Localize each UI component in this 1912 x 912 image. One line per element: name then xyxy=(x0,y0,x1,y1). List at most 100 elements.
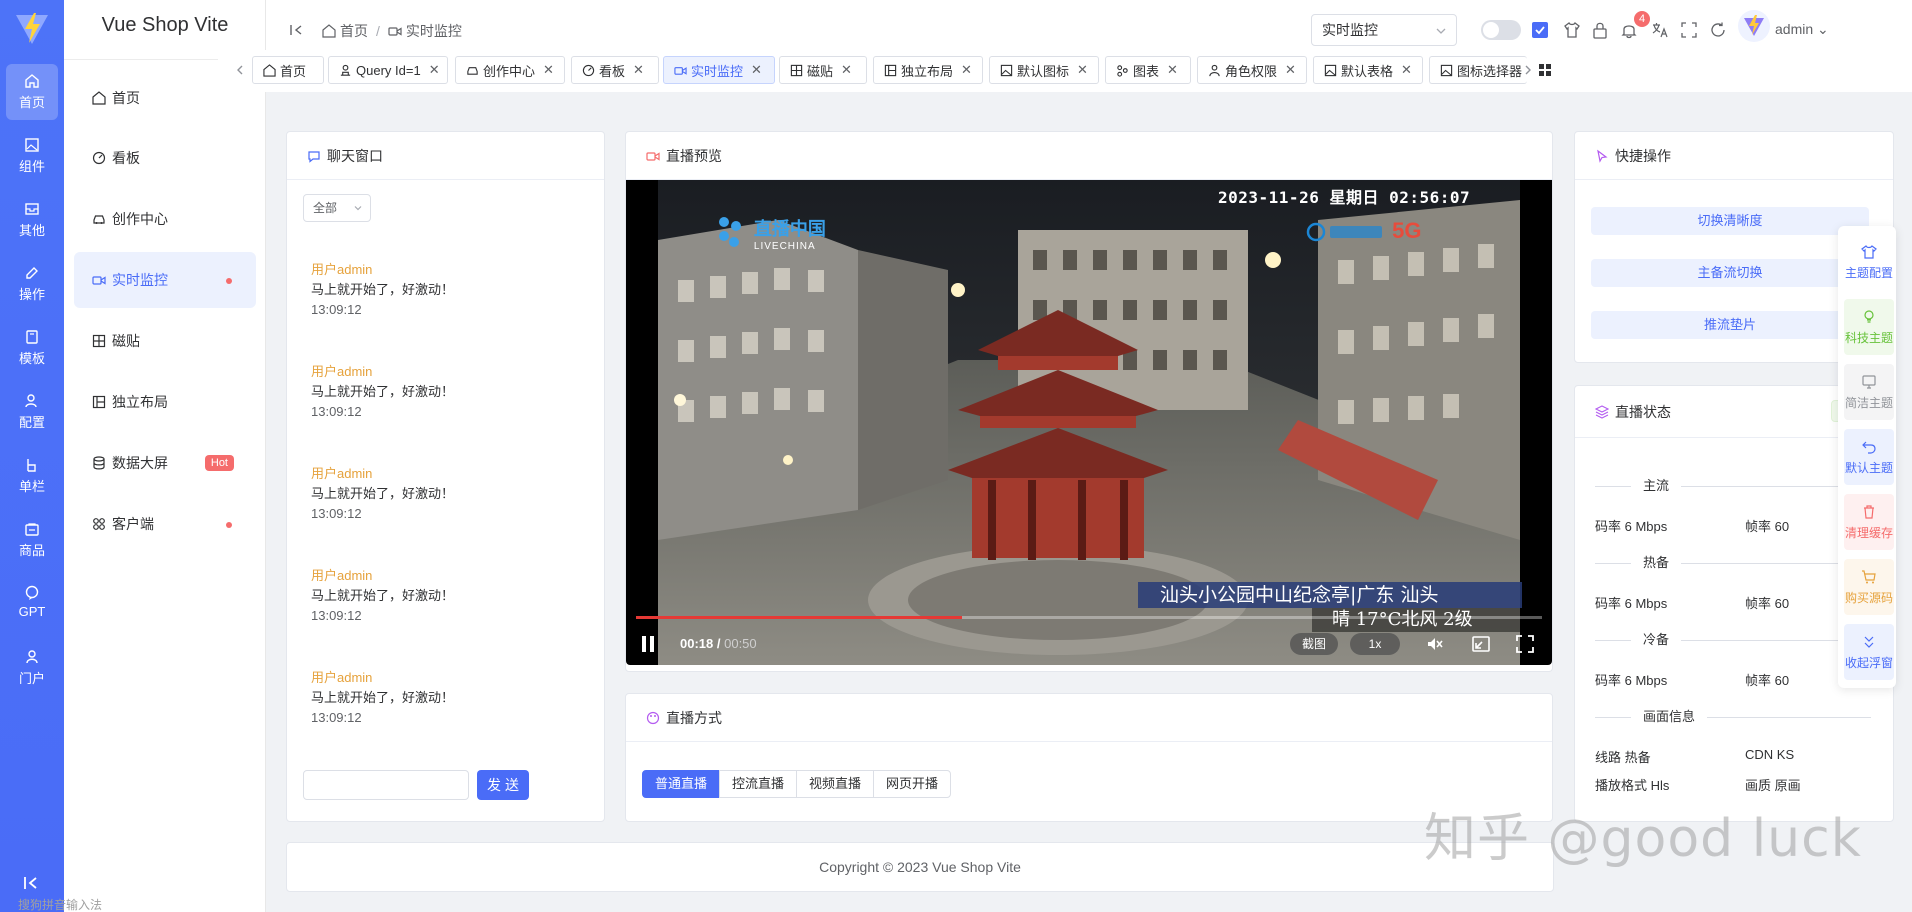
watermark: 知乎 @good luck xyxy=(1424,809,1862,869)
clear-cache-button[interactable]: 清理缓存 xyxy=(1844,494,1894,550)
user-menu[interactable]: admin ⌄ xyxy=(1775,21,1829,38)
translate-icon[interactable] xyxy=(1651,21,1669,39)
lock-icon[interactable] xyxy=(1591,21,1609,39)
close-icon[interactable]: ✕ xyxy=(1167,62,1178,78)
rail-item-template[interactable]: 模板 xyxy=(6,320,58,376)
close-icon[interactable]: ✕ xyxy=(1401,62,1412,78)
current-time: 00:18 xyxy=(680,636,714,651)
chat-input[interactable] xyxy=(303,770,469,800)
tab-label: 实时监控 xyxy=(691,63,744,79)
default-theme-button[interactable]: 默认主题 xyxy=(1844,429,1894,485)
tabs-menu-icon[interactable] xyxy=(1538,63,1552,77)
rail-item-goods[interactable]: 商品 xyxy=(6,512,58,568)
collapse-sidebar-icon[interactable] xyxy=(22,874,40,892)
rail-item-label: 组件 xyxy=(18,159,45,174)
avatar[interactable] xyxy=(1738,10,1770,42)
chat-message: 用户admin 马上就开始了，好激动！ 13:09:12 xyxy=(311,566,454,626)
switch-stream-button[interactable]: 主备流切换 xyxy=(1591,259,1869,287)
channel-logo-icon xyxy=(719,217,741,247)
tabs-scroll-right-icon[interactable] xyxy=(1522,64,1534,76)
shirt-icon[interactable] xyxy=(1563,21,1581,39)
rail-item-gpt[interactable]: GPT xyxy=(6,576,58,632)
close-icon[interactable]: ✕ xyxy=(751,62,762,78)
close-icon[interactable]: ✕ xyxy=(961,62,972,78)
tab-monitor[interactable]: 实时监控 ✕ xyxy=(663,56,775,84)
video-camera-icon xyxy=(646,151,660,161)
breadcrumb-item-home[interactable]: 首页 xyxy=(322,21,368,41)
tabs-bar: 首页 Query Id=1 ✕ 创作中心 ✕ 看板 ✕ 实时监控 ✕ 磁贴 ✕ … xyxy=(218,50,1912,92)
chat-text: 马上就开始了，好激动！ xyxy=(311,690,455,705)
simple-theme-button[interactable]: 简洁主题 xyxy=(1844,364,1894,420)
carrier-logo-icon xyxy=(1306,222,1382,242)
sidebar-item-tiles[interactable]: 磁贴 xyxy=(74,313,256,369)
tab-roles[interactable]: 角色权限 ✕ xyxy=(1197,56,1307,84)
pause-icon[interactable] xyxy=(640,635,656,653)
rail-item-home[interactable]: 首页 xyxy=(6,64,58,120)
chat-text: 马上就开始了，好激动！ xyxy=(311,486,455,501)
live-mode-option-flow[interactable]: 控流直播 xyxy=(719,770,798,798)
channel-logo: 直播中国 LIVECHINA xyxy=(716,214,826,253)
tab-dashboard[interactable]: 看板 ✕ xyxy=(571,56,659,84)
close-icon[interactable]: ✕ xyxy=(429,62,440,78)
close-icon[interactable]: ✕ xyxy=(841,62,852,78)
rail-item-single[interactable]: 单栏 xyxy=(6,448,58,504)
tab-default-table[interactable]: 默认表格 ✕ xyxy=(1313,56,1423,84)
rail-item-components[interactable]: 组件 xyxy=(6,128,58,184)
live-mode-option-normal[interactable]: 普通直播 xyxy=(642,770,721,798)
tab-label: 默认表格 xyxy=(1341,63,1394,79)
rail-item-operate[interactable]: 操作 xyxy=(6,256,58,312)
tech-theme-button[interactable]: 科技主题 xyxy=(1844,299,1894,355)
tab-default-icons[interactable]: 默认图标 ✕ xyxy=(989,56,1099,84)
sidebar-item-datascreen[interactable]: 数据大屏 Hot xyxy=(74,435,256,491)
float-label: 主题配置 xyxy=(1844,266,1893,280)
rail-item-other[interactable]: 其他 xyxy=(6,192,58,248)
refresh-icon[interactable] xyxy=(1709,21,1727,39)
rail-item-label: 模板 xyxy=(18,351,45,366)
live-mode-option-web[interactable]: 网页开播 xyxy=(873,770,952,798)
checkbox-icon[interactable] xyxy=(1531,21,1549,39)
close-icon[interactable]: ✕ xyxy=(1285,62,1296,78)
video-progress-bar[interactable] xyxy=(636,616,1542,619)
close-icon[interactable]: ✕ xyxy=(1077,62,1088,78)
buy-source-button[interactable]: 购买源码 xyxy=(1844,559,1894,615)
sidebar-item-client[interactable]: 客户端 xyxy=(74,496,256,552)
tabs-scroll-left-icon[interactable] xyxy=(234,64,246,76)
playback-speed-button[interactable]: 1x xyxy=(1350,633,1400,655)
chat-card-header: 聊天窗口 xyxy=(287,132,604,180)
tab-label: 独立布局 xyxy=(901,63,954,79)
tab-query[interactable]: Query Id=1 ✕ xyxy=(328,56,448,84)
rail-item-config[interactable]: 配置 xyxy=(6,384,58,440)
dark-mode-switch[interactable] xyxy=(1481,20,1521,40)
video-camera-icon xyxy=(388,27,402,36)
menu-search-select[interactable]: 实时监控 xyxy=(1311,14,1457,46)
tab-layout[interactable]: 独立布局 ✕ xyxy=(873,56,983,84)
sidebar-item-monitor[interactable]: 实时监控 xyxy=(74,252,256,308)
video-player[interactable]: 2023-11-26 星期日 02:56:07 直播中国 LIVECHINA 5… xyxy=(626,180,1552,665)
tab-home[interactable]: 首页 xyxy=(252,56,324,84)
rail-item-portal[interactable]: 门户 xyxy=(6,640,58,696)
close-icon[interactable]: ✕ xyxy=(633,62,644,78)
fullscreen-icon[interactable] xyxy=(1680,21,1698,39)
switch-clarity-button[interactable]: 切换清晰度 xyxy=(1591,207,1869,235)
tab-icon-picker[interactable]: 图标选择器 xyxy=(1429,56,1527,84)
sidebar-item-dashboard[interactable]: 看板 xyxy=(74,130,256,186)
fullscreen-icon[interactable] xyxy=(1516,635,1534,653)
tab-tiles[interactable]: 磁贴 ✕ xyxy=(779,56,867,84)
chat-filter-select[interactable]: 全部 xyxy=(303,194,371,222)
send-button[interactable]: 发送 xyxy=(477,770,529,800)
screenshot-button[interactable]: 截图 xyxy=(1290,633,1338,655)
section-divider: 画面信息 xyxy=(1595,708,1871,726)
close-icon[interactable]: ✕ xyxy=(543,62,554,78)
sidebar-item-creation[interactable]: 创作中心 xyxy=(74,191,256,247)
mute-icon[interactable] xyxy=(1426,635,1444,653)
fold-menu-icon[interactable] xyxy=(288,22,304,38)
push-slate-button[interactable]: 推流垫片 xyxy=(1591,311,1869,339)
tab-creation[interactable]: 创作中心 ✕ xyxy=(455,56,565,84)
tab-label: 磁贴 xyxy=(807,63,834,79)
tab-charts[interactable]: 图表 ✕ xyxy=(1105,56,1191,84)
picture-in-picture-icon[interactable] xyxy=(1472,635,1490,653)
theme-config-button[interactable]: 主题配置 xyxy=(1844,234,1894,290)
collapse-float-button[interactable]: 收起浮窗 xyxy=(1844,624,1894,680)
live-mode-option-video[interactable]: 视频直播 xyxy=(796,770,875,798)
sidebar-item-layout[interactable]: 独立布局 xyxy=(74,374,256,430)
